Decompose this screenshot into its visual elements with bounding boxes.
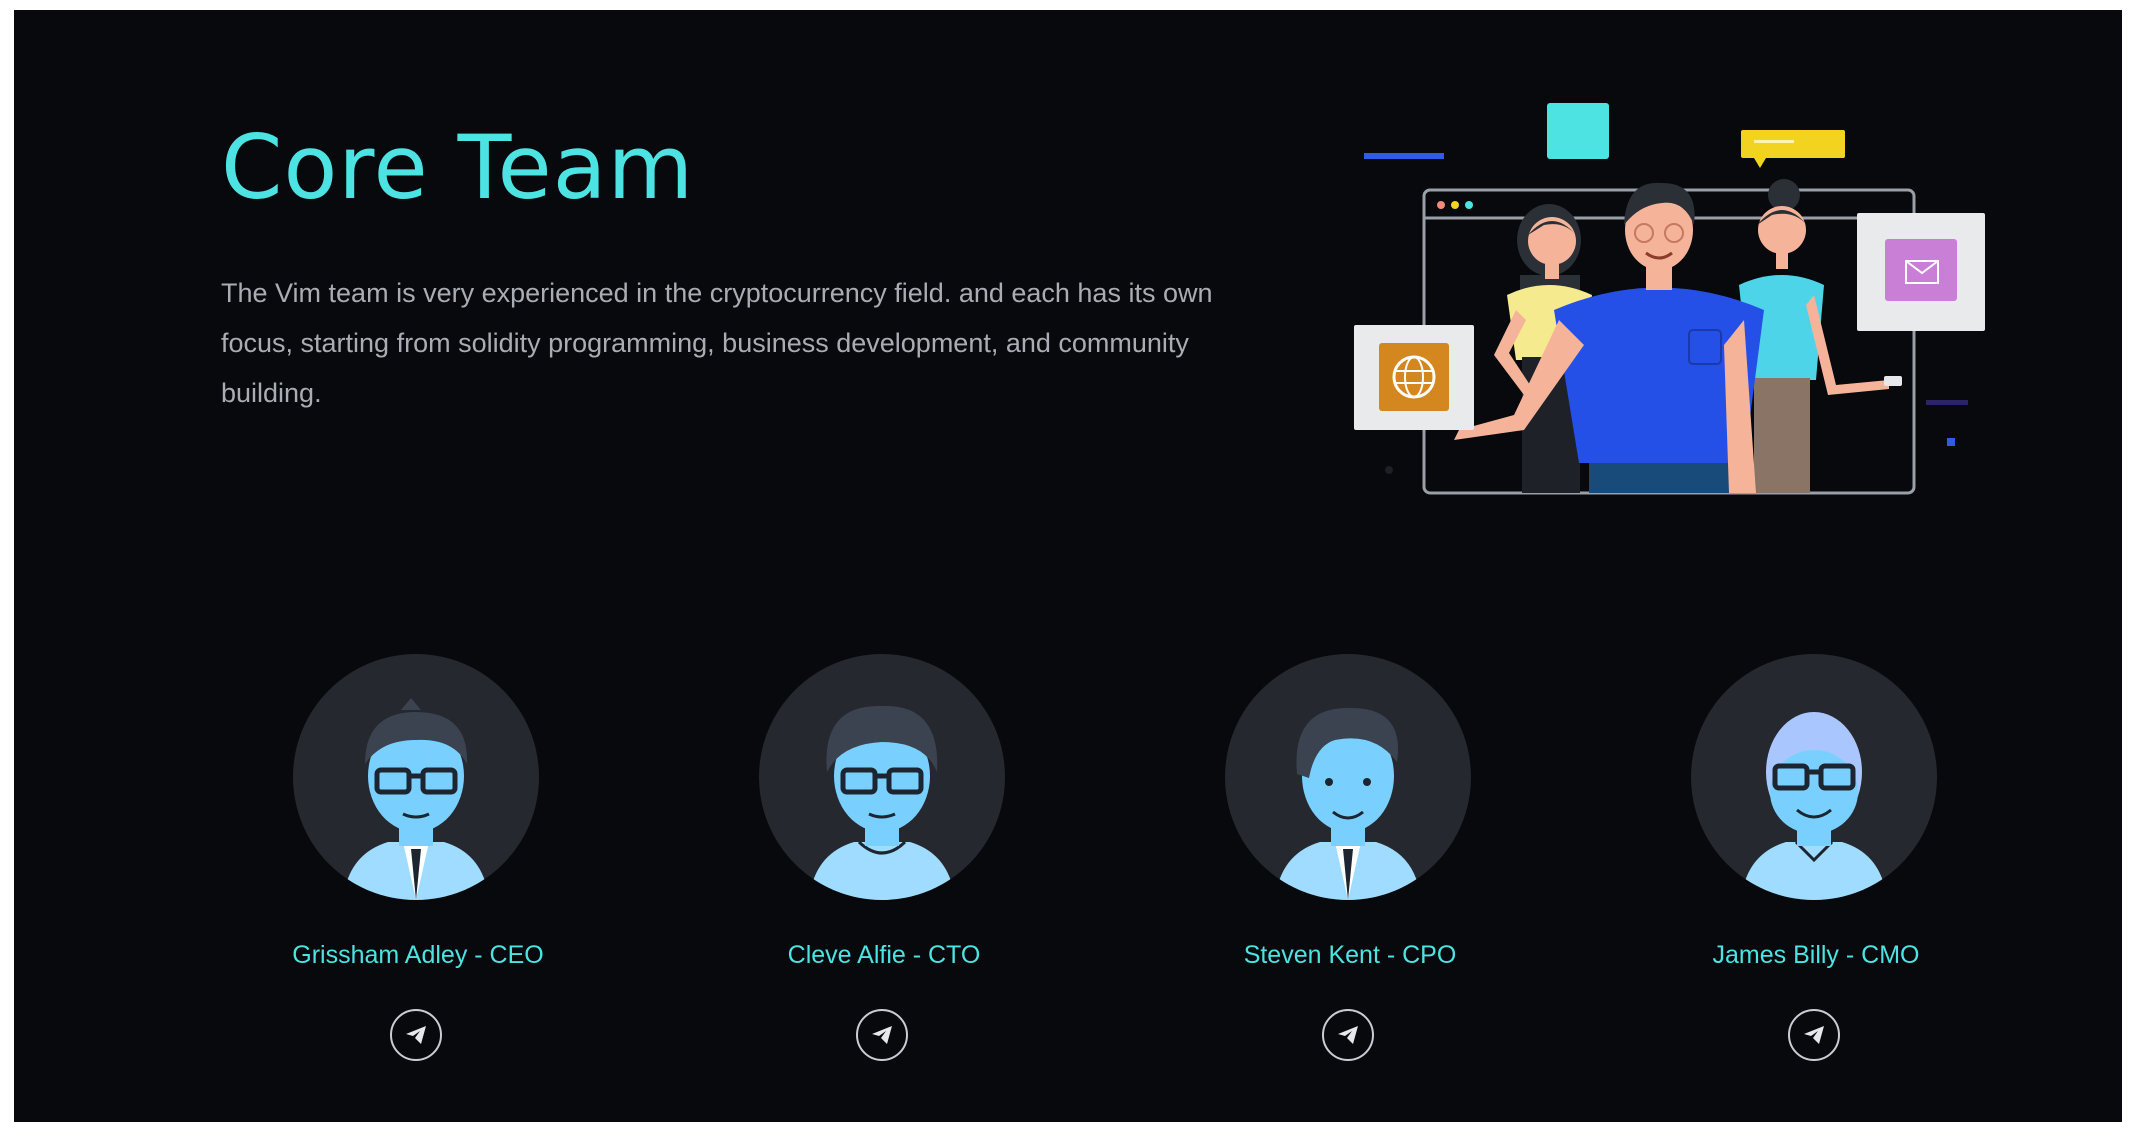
person-center (1454, 182, 1764, 493)
telegram-button[interactable] (390, 1009, 442, 1061)
section-description: The Vim team is very experienced in the … (221, 278, 1213, 408)
decor-square (1547, 103, 1609, 159)
mail-card (1857, 213, 1985, 331)
avatar (293, 654, 539, 900)
avatar (1691, 654, 1937, 900)
telegram-icon (406, 1026, 426, 1044)
member-name: Steven Kent - CPO (1243, 941, 1457, 969)
telegram-button[interactable] (1322, 1009, 1374, 1061)
team-illustration (1354, 103, 1985, 495)
globe-card (1354, 325, 1474, 430)
telegram-icon (872, 1026, 892, 1044)
core-team-section: Core Team The Vim team is very experienc… (14, 10, 2122, 1122)
section-title: Core Team (221, 116, 695, 219)
chat-bubble-icon (1741, 130, 1845, 168)
member-name: Cleve Alfie - CTO (787, 941, 981, 969)
telegram-icon (1804, 1026, 1824, 1044)
telegram-button[interactable] (1788, 1009, 1840, 1061)
member-name: James Billy - CMO (1712, 941, 1920, 969)
member-name: Grissham Adley - CEO (292, 941, 544, 969)
avatar (1225, 654, 1471, 900)
telegram-icon (1338, 1026, 1358, 1044)
avatar (759, 654, 1005, 900)
telegram-button[interactable] (856, 1009, 908, 1061)
